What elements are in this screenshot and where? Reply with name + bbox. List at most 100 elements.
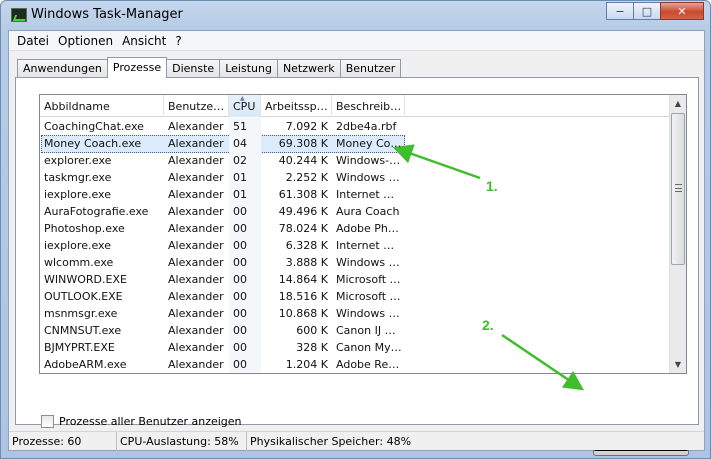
cell-image-name: AuraFotografie.exe: [44, 205, 149, 218]
process-row[interactable]: AdobeARM.exe Alexander 00 1.204 K Adobe Re…: [40, 356, 670, 373]
cell-memory: 14.864 K: [278, 273, 328, 286]
cell-image-name: Photoshop.exe: [44, 222, 125, 235]
cell-description: Microsoft …: [336, 290, 401, 303]
cell-memory: 3.888 K: [285, 256, 328, 269]
task-manager-window: Windows Task-Manager − □ ✕ Datei Optione…: [0, 0, 711, 459]
cell-cpu: 00: [229, 288, 261, 305]
column-header-image-name[interactable]: Abbildname: [40, 95, 164, 117]
cell-user: Alexander: [168, 222, 224, 235]
vertical-scrollbar[interactable]: ▲ ▼: [669, 95, 686, 373]
show-all-users-option[interactable]: Prozesse aller Benutzer anzeigen: [41, 415, 242, 428]
cell-user: Alexander: [168, 171, 224, 184]
cell-image-name: Money Coach.exe: [44, 137, 142, 150]
tab-benutzer[interactable]: Benutzer: [339, 59, 402, 78]
cell-cpu: 00: [229, 339, 261, 356]
client-area: Datei Optionen Ansicht ? Anwendungen Pro…: [8, 30, 705, 456]
close-button[interactable]: ✕: [660, 2, 704, 20]
cell-cpu: 00: [229, 305, 261, 322]
column-header-description[interactable]: Beschreib…: [332, 95, 405, 117]
process-row[interactable]: iexplore.exe Alexander 01 61.308 K Internet …: [40, 186, 670, 203]
status-processes: Prozesse: 60: [9, 432, 117, 451]
annotation-label-1: 1.: [486, 178, 498, 194]
process-row[interactable]: CoachingChat.exe Alexander 51 7.092 K 2dbe4a…: [40, 118, 670, 135]
column-header-memory[interactable]: Arbeitssp…: [261, 95, 332, 117]
cell-image-name: CNMNSUT.exe: [44, 324, 122, 337]
cell-description: Microsoft …: [336, 273, 401, 286]
cell-image-name: iexplore.exe: [44, 188, 111, 201]
minimize-button[interactable]: −: [606, 2, 634, 20]
process-row[interactable]: msnmsgr.exe Alexander 00 10.868 K Windows …: [40, 305, 670, 322]
process-list[interactable]: Abbildname Benutze… ▲ CPU Arbeitssp… Besc…: [39, 94, 687, 374]
cell-user: Alexander: [168, 188, 224, 201]
tab-anwendungen[interactable]: Anwendungen: [17, 59, 108, 78]
scroll-down-icon[interactable]: ▼: [670, 356, 686, 373]
cell-memory: 6.328 K: [285, 239, 328, 252]
menu-help[interactable]: ?: [171, 31, 186, 50]
cell-image-name: AdobeARM.exe: [44, 358, 127, 371]
cell-description: Money Co…: [336, 137, 402, 150]
cell-image-name: OUTLOOK.EXE: [44, 290, 123, 303]
cell-memory: 61.308 K: [278, 188, 328, 201]
process-row[interactable]: Money Coach.exe Alexander 04 69.308 K Money …: [40, 135, 670, 153]
cell-cpu: 00: [229, 203, 261, 220]
cell-cpu: 01: [229, 169, 261, 186]
tab-leistung[interactable]: Leistung: [219, 59, 278, 78]
cell-description: 2dbe4a.rbf: [336, 120, 397, 133]
column-header-cpu[interactable]: ▲ CPU: [229, 95, 261, 117]
cell-cpu: 04: [229, 135, 261, 152]
cell-cpu: 01: [229, 186, 261, 203]
status-cpu: CPU-Auslastung: 58%: [117, 432, 247, 451]
show-all-users-checkbox[interactable]: [41, 415, 54, 428]
menu-bar: Datei Optionen Ansicht ?: [9, 31, 704, 51]
process-row[interactable]: OUTLOOK.EXE Alexander 00 18.516 K Microsoft …: [40, 288, 670, 305]
process-row[interactable]: explorer.exe Alexander 02 40.244 K Windows-…: [40, 152, 670, 169]
task-manager-icon: [11, 8, 27, 22]
process-row[interactable]: iexplore.exe Alexander 00 6.328 K Internet …: [40, 237, 670, 254]
grip-icon: [675, 184, 682, 192]
cell-image-name: WINWORD.EXE: [44, 273, 127, 286]
process-row[interactable]: Photoshop.exe Alexander 00 78.024 K Adobe Ph…: [40, 220, 670, 237]
cell-description: Aura Coach: [336, 205, 400, 218]
column-header-user[interactable]: Benutze…: [164, 95, 229, 117]
cell-description: Internet …: [336, 188, 395, 201]
cell-cpu: 00: [229, 322, 261, 339]
cell-cpu: 00: [229, 237, 261, 254]
list-rows: CoachingChat.exe Alexander 51 7.092 K 2dbe4a…: [40, 118, 670, 373]
process-row[interactable]: AuraFotografie.exe Alexander 00 49.496 K Aur…: [40, 203, 670, 220]
cell-image-name: BJMYPRT.EXE: [44, 341, 115, 354]
tab-prozesse[interactable]: Prozesse: [106, 57, 168, 78]
cell-cpu: 00: [229, 254, 261, 271]
process-row[interactable]: WINWORD.EXE Alexander 00 14.864 K Microsoft …: [40, 271, 670, 288]
cell-user: Alexander: [168, 137, 224, 150]
menu-datei[interactable]: Datei: [13, 31, 54, 50]
list-header: Abbildname Benutze… ▲ CPU Arbeitssp… Besc…: [40, 95, 670, 117]
process-row[interactable]: wlcomm.exe Alexander 00 3.888 K Windows …: [40, 254, 670, 271]
cell-description: Internet …: [336, 239, 395, 252]
maximize-button[interactable]: □: [633, 2, 661, 20]
menu-optionen[interactable]: Optionen: [54, 31, 118, 50]
cell-user: Alexander: [168, 290, 224, 303]
cell-memory: 7.092 K: [285, 120, 328, 133]
cell-image-name: CoachingChat.exe: [44, 120, 144, 133]
process-row[interactable]: CNMNSUT.exe Alexander 00 600 K Canon IJ …: [40, 322, 670, 339]
cell-cpu: 51: [229, 118, 261, 135]
status-bar: Prozesse: 60 CPU-Auslastung: 58% Physika…: [9, 431, 704, 451]
cell-description: Windows …: [336, 171, 400, 184]
cell-memory: 600 K: [296, 324, 328, 337]
scroll-thumb[interactable]: [671, 113, 685, 265]
tab-netzwerk[interactable]: Netzwerk: [276, 59, 341, 78]
scroll-up-icon[interactable]: ▲: [670, 95, 686, 112]
process-row[interactable]: BJMYPRT.EXE Alexander 00 328 K Canon My…: [40, 339, 670, 356]
cell-description: Windows-…: [336, 154, 401, 167]
cell-image-name: iexplore.exe: [44, 239, 111, 252]
cell-description: Adobe Re…: [336, 358, 400, 371]
process-row[interactable]: taskmgr.exe Alexander 01 2.252 K Windows …: [40, 169, 670, 186]
status-memory: Physikalischer Speicher: 48%: [250, 435, 412, 448]
menu-ansicht[interactable]: Ansicht: [118, 31, 171, 50]
cell-user: Alexander: [168, 120, 224, 133]
cell-cpu: 00: [229, 220, 261, 237]
cell-memory: 10.868 K: [278, 307, 328, 320]
title-bar[interactable]: Windows Task-Manager − □ ✕: [1, 1, 710, 29]
tab-dienste[interactable]: Dienste: [166, 59, 221, 78]
cell-memory: 2.252 K: [285, 171, 328, 184]
